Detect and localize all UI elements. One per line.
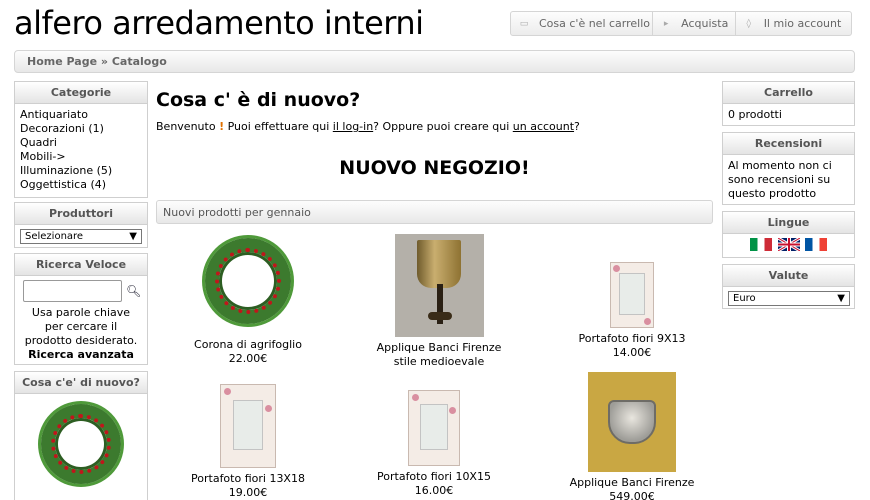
- languages-title: Lingue: [723, 212, 854, 234]
- welcome-exclamation: !: [219, 120, 225, 133]
- manufacturer-select-value: Selezionare: [25, 230, 84, 242]
- manufacturer-select[interactable]: Selezionare ▼: [20, 229, 142, 244]
- search-hint: Usa parole chiave per cercare il prodott…: [24, 306, 138, 347]
- cart-contents: 0 prodotti: [728, 108, 782, 121]
- product-card[interactable]: Corona di agrifoglio 22.00€: [160, 234, 336, 366]
- product-price: 549.00€: [609, 490, 655, 500]
- frame-opening: [619, 273, 645, 315]
- frame-opening: [233, 400, 263, 450]
- frame-opening: [420, 404, 448, 450]
- holly-wreath-image[interactable]: [41, 404, 121, 484]
- quick-search-box: Ricerca Veloce 🔍︎ Usa parole chiave per …: [14, 253, 148, 365]
- currency-select[interactable]: Euro ▼: [728, 291, 850, 306]
- category-item[interactable]: Illuminazione (5): [20, 164, 142, 178]
- chevron-down-icon: ▼: [129, 230, 137, 242]
- categories-box: Categorie Antiquariato Decorazioni (1) Q…: [14, 81, 148, 198]
- account-link-label: Il mio account: [763, 17, 842, 30]
- english-flag-icon[interactable]: [777, 237, 800, 251]
- product-name[interactable]: Portafoto fiori 9X13: [544, 332, 720, 346]
- product-image[interactable]: [220, 384, 276, 468]
- reviews-title[interactable]: Recensioni: [723, 133, 854, 155]
- new-products-heading: Nuovi prodotti per gennaio: [156, 200, 713, 224]
- flower-decoration: [412, 394, 419, 401]
- manufacturers-title: Produttori: [15, 203, 147, 225]
- create-account-link[interactable]: un account: [513, 120, 574, 133]
- flower-decoration: [265, 405, 272, 412]
- checkout-link-label: Acquista: [681, 17, 729, 30]
- product-name[interactable]: Portafoto fiori 13X18: [160, 472, 336, 486]
- categories-title: Categorie: [15, 82, 147, 104]
- category-item[interactable]: Quadri: [20, 136, 142, 150]
- advanced-search-link[interactable]: Ricerca avanzata: [20, 348, 142, 362]
- languages-box: Lingue: [722, 211, 855, 258]
- currency-select-value: Euro: [733, 292, 756, 304]
- product-name[interactable]: Applique Banci Firenze stile medioevale: [346, 341, 532, 369]
- breadcrumb-current[interactable]: Catalogo: [112, 55, 167, 68]
- lamp-base: [427, 312, 452, 320]
- welcome-mid2: ? Oppure puoi creare qui: [373, 120, 510, 133]
- product-image[interactable]: [205, 238, 291, 324]
- category-item[interactable]: Decorazioni (1): [20, 122, 142, 136]
- cart-link[interactable]: ▭ Cosa c'è nel carrello: [511, 12, 654, 35]
- french-flag-icon[interactable]: [805, 237, 827, 251]
- breadcrumb-home[interactable]: Home Page: [27, 55, 97, 68]
- cart-box: Carrello 0 prodotti: [722, 81, 855, 126]
- category-item[interactable]: Mobili->: [20, 150, 142, 164]
- checkout-link[interactable]: ▸ Acquista: [653, 12, 736, 35]
- chevron-down-icon: ▼: [837, 292, 845, 304]
- manufacturers-box: Produttori Selezionare ▼: [14, 202, 148, 248]
- product-name[interactable]: Corona di agrifoglio: [160, 338, 336, 352]
- whats-new-title: Cosa c'e' di nuovo?: [15, 372, 147, 394]
- login-link[interactable]: il log-in: [333, 120, 373, 133]
- quick-search-title: Ricerca Veloce: [15, 254, 147, 276]
- product-card[interactable]: Applique Banci Firenze 549.00€: [544, 372, 720, 500]
- currency-box: Valute Euro ▼: [722, 264, 855, 309]
- lamp-shade: [416, 240, 461, 288]
- product-image[interactable]: [588, 372, 676, 472]
- product-price: 16.00€: [414, 484, 454, 497]
- whats-new-box: Cosa c'e' di nuovo?: [14, 371, 148, 500]
- account-link[interactable]: ◊ Il mio account: [736, 12, 851, 35]
- site-logo[interactable]: alfero arredamento interni: [14, 4, 424, 42]
- cart-icon: ▭: [519, 18, 529, 29]
- page-title: Cosa c' è di nuovo?: [156, 89, 361, 111]
- product-image[interactable]: [408, 390, 460, 466]
- welcome-pre: Benvenuto: [156, 120, 216, 133]
- cart-title[interactable]: Carrello: [723, 82, 854, 104]
- glass-shade: [608, 400, 656, 444]
- flower-decoration: [613, 265, 620, 272]
- product-image[interactable]: [394, 234, 484, 337]
- welcome-mid: Puoi effettuare qui: [227, 120, 330, 133]
- category-item[interactable]: Antiquariato: [20, 108, 142, 122]
- product-card[interactable]: Portafoto fiori 10X15 16.00€: [346, 372, 522, 498]
- product-price: 19.00€: [228, 486, 268, 499]
- product-card[interactable]: Applique Banci Firenze stile medioevale: [346, 234, 532, 369]
- product-name[interactable]: Portafoto fiori 10X15: [346, 470, 522, 484]
- cart-link-label: Cosa c'è nel carrello: [539, 17, 651, 30]
- top-nav: ▭ Cosa c'è nel carrello ▸ Acquista ◊ Il …: [510, 11, 852, 36]
- welcome-end: ?: [574, 120, 580, 133]
- product-card[interactable]: Portafoto fiori 13X18 19.00€: [160, 372, 336, 500]
- reviews-text: Al momento non ci sono recensioni su que…: [728, 159, 832, 200]
- arrow-right-icon: ▸: [663, 18, 669, 29]
- category-item[interactable]: Oggettistica (4): [20, 178, 142, 192]
- breadcrumb-separator: »: [100, 55, 108, 68]
- flower-decoration: [644, 318, 651, 325]
- currency-title: Valute: [723, 265, 854, 287]
- new-shop-heading: NUOVO NEGOZIO!: [339, 157, 530, 179]
- product-name[interactable]: Applique Banci Firenze: [544, 476, 720, 490]
- account-icon: ◊: [746, 18, 751, 29]
- reviews-box: Recensioni Al momento non ci sono recens…: [722, 132, 855, 205]
- welcome-text: Benvenuto ! Puoi effettuare qui il log-i…: [156, 120, 580, 133]
- search-input[interactable]: [23, 280, 122, 302]
- flower-decoration: [449, 407, 456, 414]
- flower-decoration: [224, 388, 231, 395]
- product-image[interactable]: [610, 262, 654, 328]
- italian-flag-icon[interactable]: [750, 237, 772, 251]
- breadcrumb: Home Page » Catalogo: [14, 50, 855, 73]
- product-price: 22.00€: [228, 352, 268, 365]
- product-price: 14.00€: [612, 346, 652, 359]
- search-icon[interactable]: 🔍︎: [126, 284, 141, 298]
- product-card[interactable]: Portafoto fiori 9X13 14.00€: [544, 234, 720, 360]
